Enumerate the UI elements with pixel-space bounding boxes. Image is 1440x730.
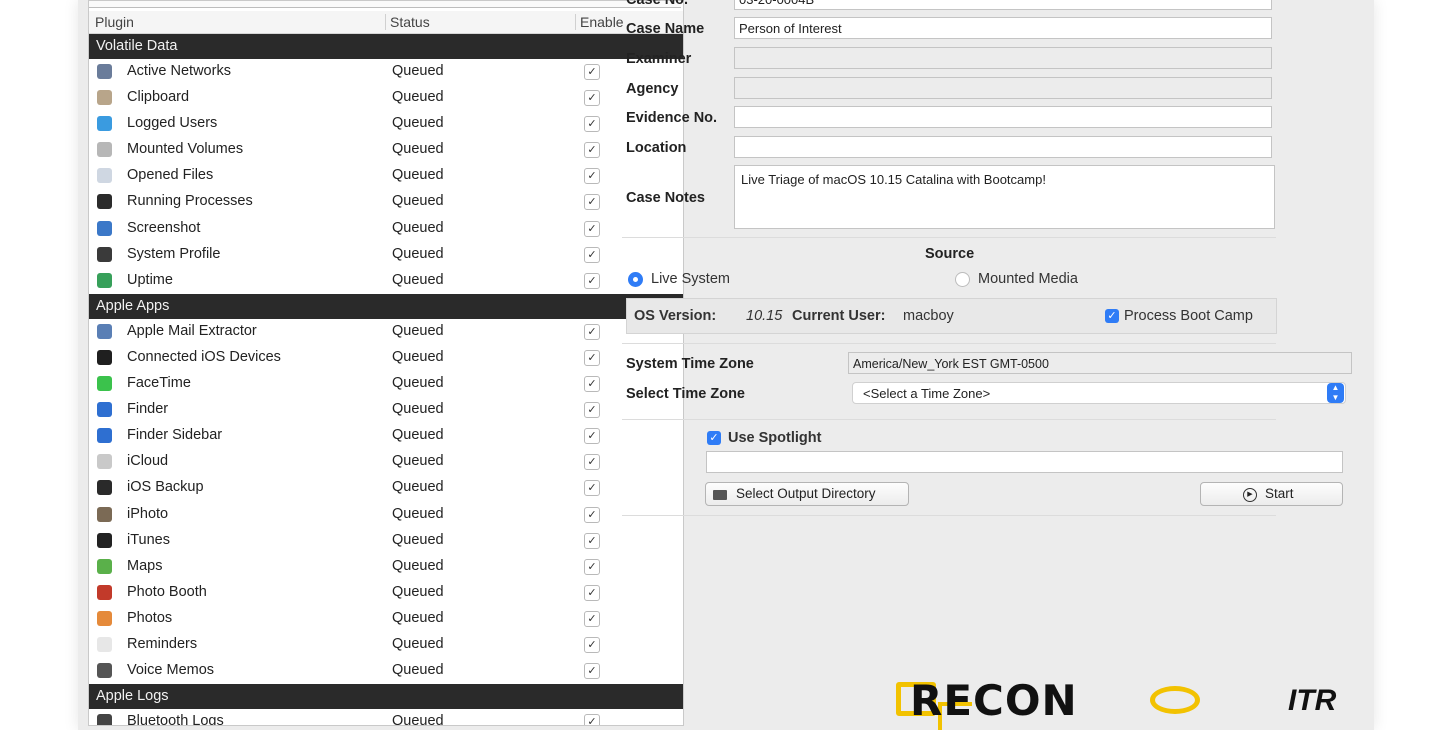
app-window: Plugin Status Enable Volatile Data Active… [78,0,1374,730]
current-user-label: Current User: [792,308,886,324]
case-name-field[interactable]: Person of Interest [734,17,1272,39]
os-info-box: OS Version: 10.15 Current User: macboy ✓… [626,298,1277,334]
play-circle-icon: ▶ [1243,488,1257,502]
select-output-directory-label: Select Output Directory [736,486,876,501]
evidence-no-label: Evidence No. [626,110,718,126]
logo-text: RECON [910,676,1078,725]
examiner-field[interactable] [734,47,1272,69]
case-notes-label: Case Notes [626,190,705,206]
logo-suffix: ITR [1288,684,1337,717]
case-no-label: Case No. [626,0,689,8]
select-stepper-icon[interactable]: ▲ ▼ [1327,383,1344,403]
logo-eye-icon [1150,686,1200,714]
os-version-value: 10.15 [746,308,783,324]
select-output-directory-button[interactable]: Select Output Directory [705,482,909,506]
use-spotlight-checkbox[interactable]: ✓ [707,431,721,445]
divider [622,515,1276,516]
use-spotlight-label[interactable]: Use Spotlight [728,430,821,446]
os-version-label: OS Version: [634,308,717,324]
source-title: Source [925,246,975,262]
select-time-zone-label: Select Time Zone [626,386,745,402]
location-label: Location [626,140,687,156]
case-no-field[interactable]: 03-20-0004B [734,0,1272,10]
agency-field[interactable] [734,77,1272,99]
case-name-label: Case Name [626,21,705,37]
mounted-media-label[interactable]: Mounted Media [978,271,1078,287]
time-zone-select[interactable]: <Select a Time Zone> [852,382,1346,404]
mounted-media-radio[interactable] [955,272,970,287]
system-time-zone-field: America/New_York EST GMT-0500 [848,352,1352,374]
divider [622,419,1276,420]
system-time-zone-label: System Time Zone [626,356,754,372]
divider [622,237,1276,238]
location-field[interactable] [734,136,1272,158]
process-bootcamp-checkbox[interactable]: ✓ [1105,309,1119,323]
output-directory-field[interactable] [706,451,1343,473]
agency-label: Agency [626,81,679,97]
live-system-label[interactable]: Live System [651,271,730,287]
folder-icon [713,490,727,500]
start-label: Start [1265,486,1294,501]
live-system-radio[interactable] [628,272,643,287]
case-notes-field[interactable]: Live Triage of macOS 10.15 Catalina with… [734,165,1275,229]
examiner-label: Examiner [626,51,692,67]
process-bootcamp-label[interactable]: Process Boot Camp [1124,308,1253,324]
evidence-no-field[interactable] [734,106,1272,128]
start-button[interactable]: ▶ Start [1200,482,1343,506]
divider [622,343,1276,344]
current-user-value: macboy [903,308,954,324]
